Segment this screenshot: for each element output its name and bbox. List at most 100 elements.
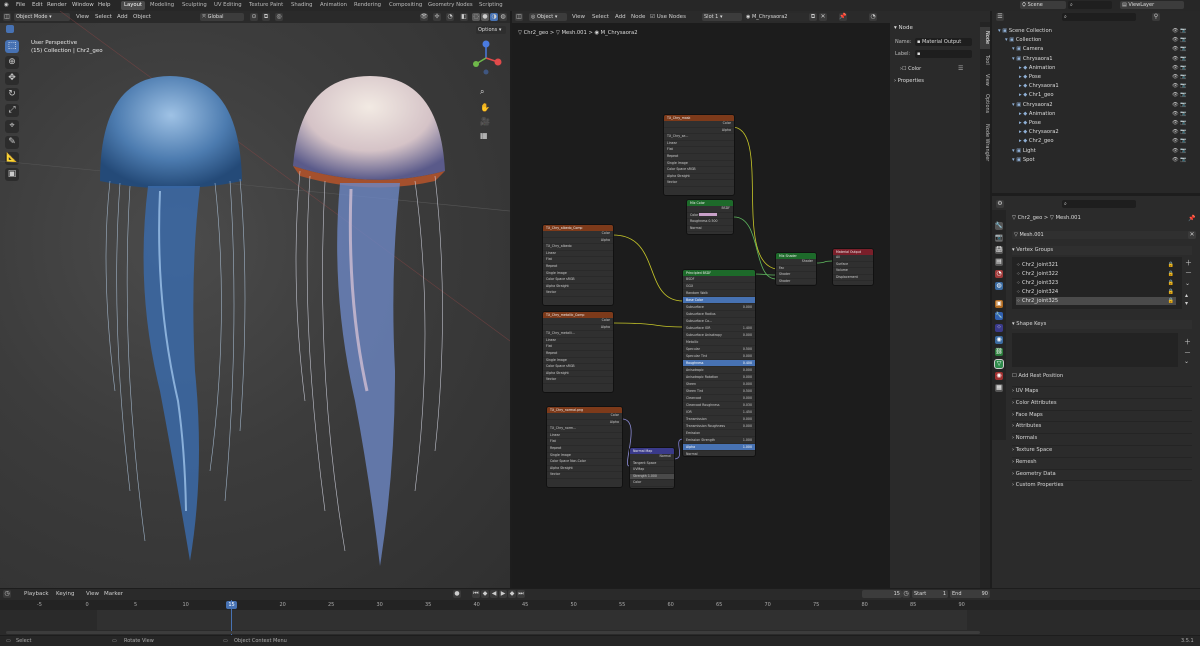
tab-uv-editing[interactable]: UV Editing	[211, 1, 245, 10]
texture-props-icon[interactable]: ▦	[995, 384, 1003, 392]
node-normal-map[interactable]: Normal Map Normal Tangent Space UVMap St…	[629, 447, 675, 489]
node-row[interactable]: Alpha Straight	[543, 284, 613, 291]
outliner-item[interactable]: ▾ ▣ Spot	[1012, 156, 1035, 164]
modifier-props-icon[interactable]: 🔧	[995, 312, 1003, 320]
timeline[interactable]: ◷ Playback Keying View Marker ● ⏮ ◆ ◀ ▶ …	[0, 589, 1200, 635]
world-props-icon[interactable]: ◍	[995, 282, 1003, 290]
outliner-item[interactable]: ▾ ▣ Camera	[1012, 45, 1043, 53]
properties-type-icon[interactable]: ⚙	[996, 200, 1004, 208]
material-props-icon[interactable]: ◉	[995, 372, 1003, 380]
outliner-item[interactable]: ▾ ▣ Scene Collection	[998, 27, 1052, 35]
tab-compositing[interactable]: Compositing	[386, 1, 425, 10]
node-mix-color[interactable]: Mix Color BSDF Color Roughness 0.500 Nor…	[686, 199, 734, 235]
3d-viewport[interactable]: ◫ Object Mode ▾ View Select Add Object ⤧…	[0, 11, 510, 588]
view-layer-props-icon[interactable]: ▤	[995, 258, 1003, 266]
bsdf-input-row[interactable]: Subsurface 0.000	[683, 304, 755, 311]
socket-surface[interactable]: Surface	[833, 262, 873, 269]
vertex-group-item[interactable]: ⁘ Chr2_joint321 🔒	[1016, 261, 1176, 269]
node-row[interactable]: Color Space Non-Color	[547, 459, 622, 466]
bsdf-input-row[interactable]: Roughness 0.400	[683, 360, 755, 367]
outliner-item[interactable]: ▸ ◆ Pose	[1019, 119, 1041, 127]
prop-pin-icon[interactable]: 📌	[1188, 215, 1195, 222]
lock-icon[interactable]: 🔒	[1168, 297, 1174, 305]
node-row[interactable]: Linear	[543, 338, 613, 345]
node-row[interactable]: Linear	[543, 251, 613, 258]
visibility-toggle-icon[interactable]: 👁 📷	[1172, 55, 1187, 63]
list-icon[interactable]: ☰	[958, 65, 963, 72]
visibility-toggle-icon[interactable]: 👁 📷	[1172, 147, 1187, 155]
render-props-icon[interactable]: 📷	[995, 234, 1003, 242]
bsdf-input-row[interactable]: Subsurface IOR 1.400	[683, 325, 755, 332]
socket-vector[interactable]: Vector	[547, 472, 622, 479]
tl-menu-marker[interactable]: Marker	[104, 591, 123, 597]
socket-fac[interactable]: Fac	[776, 266, 816, 273]
visibility-toggle-icon[interactable]: 👁 📷	[1172, 27, 1187, 35]
current-frame-field[interactable]: 15	[862, 590, 902, 598]
timeline-ruler[interactable]	[0, 600, 1200, 610]
tl-menu-keying[interactable]: Keying	[56, 591, 74, 597]
properties-search[interactable]: ⌕	[1062, 200, 1136, 208]
add-rest-position-checkbox[interactable]: ☐ Add Rest Position	[1012, 372, 1063, 381]
socket-volume[interactable]: Volume	[833, 268, 873, 275]
prev-key-icon[interactable]: ◆	[481, 590, 489, 598]
node-row[interactable]: Alpha Straight	[664, 174, 734, 181]
menu-file[interactable]: File	[16, 2, 25, 8]
shape-keys-panel-header[interactable]: ▾ Shape Keys	[1012, 320, 1192, 329]
node-tex-normal[interactable]: TX_Chry_normal.png Color Alpha TX_Chry_n…	[546, 406, 623, 488]
vg-menu-icon[interactable]: ⌄	[1185, 280, 1190, 287]
node-row[interactable]: Single Image	[543, 358, 613, 365]
vertex-group-item[interactable]: ⁘ Chr2_joint325 🔒	[1016, 297, 1176, 305]
node-row[interactable]: Single Image	[543, 271, 613, 278]
node-tex-metallic[interactable]: TX_Chry_metallic_Comp Color Alpha TX_Chr…	[542, 311, 614, 393]
bsdf-input-row[interactable]: Emission	[683, 430, 755, 437]
socket-color[interactable]: Color	[543, 318, 613, 325]
bsdf-input-row[interactable]: Emission Strength 1.000	[683, 437, 755, 444]
outliner-type-icon[interactable]: ☰	[996, 13, 1004, 21]
vg-remove-icon[interactable]: －	[1185, 268, 1192, 278]
tab-scripting[interactable]: Scripting	[476, 1, 506, 10]
node-row[interactable]: Color Space sRGB	[543, 364, 613, 371]
bsdf-input-row[interactable]: Clearcoat 0.000	[683, 395, 755, 402]
jellyfish-pink-model[interactable]	[285, 71, 455, 571]
vg-move-down-icon[interactable]: ▾	[1185, 300, 1188, 307]
lock-icon[interactable]: 🔒	[1168, 270, 1174, 278]
socket-color[interactable]: Color	[664, 121, 734, 128]
properties-section-header[interactable]: › UV Maps	[1012, 386, 1192, 396]
bsdf-input-row[interactable]: Sheen 0.000	[683, 381, 755, 388]
uvmap-field[interactable]: UVMap	[630, 467, 674, 474]
mesh-datablock-field[interactable]: ▽ Mesh.001	[1012, 231, 1191, 239]
visibility-toggle-icon[interactable]: 👁 📷	[1172, 119, 1187, 127]
visibility-toggle-icon[interactable]: 👁 📷	[1172, 36, 1187, 44]
lock-icon[interactable]: 🔒	[1168, 261, 1174, 269]
particle-props-icon[interactable]: ⁘	[995, 324, 1003, 332]
node-row[interactable]: Flat	[547, 439, 622, 446]
view-layer-selector[interactable]: ▤ ViewLayer	[1120, 1, 1184, 9]
socket-color[interactable]: Color	[547, 413, 622, 420]
outliner-item[interactable]: ▸ ◆ Pose	[1019, 73, 1041, 81]
lock-icon[interactable]: 🔒	[1168, 279, 1174, 287]
sk-menu-icon[interactable]: ⌄	[1184, 358, 1189, 365]
bsdf-input-row[interactable]: Sheen Tint 0.500	[683, 388, 755, 395]
tab-tool[interactable]: Tool	[980, 52, 990, 68]
timeline-scrollbar[interactable]	[6, 631, 980, 634]
visibility-toggle-icon[interactable]: 👁 📷	[1172, 128, 1187, 136]
visibility-toggle-icon[interactable]: 👁 📷	[1172, 101, 1187, 109]
node-tex-albedo[interactable]: TX_Chry_albedo_Comp Color Alpha TX_Chry_…	[542, 224, 614, 306]
constraint-props-icon[interactable]: ⛓	[995, 348, 1003, 356]
tab-sculpting[interactable]: Sculpting	[179, 1, 210, 10]
socket-alpha[interactable]: Alpha	[543, 238, 613, 245]
lock-icon[interactable]: 🔒	[1168, 288, 1174, 296]
tl-menu-view[interactable]: View	[86, 591, 99, 597]
bsdf-input-row[interactable]: Specular 0.500	[683, 346, 755, 353]
socket-shader-out[interactable]: Shader	[776, 259, 816, 266]
socket-alpha[interactable]: Alpha	[543, 325, 613, 332]
node-row[interactable]: Color Space sRGB	[543, 277, 613, 284]
socket-normal[interactable]: Normal	[687, 226, 733, 233]
start-frame-field[interactable]: Start 1	[912, 590, 948, 598]
target-selector[interactable]: All	[833, 255, 873, 262]
outliner-search[interactable]: ⌕	[1062, 13, 1136, 21]
space-selector[interactable]: Tangent Space	[630, 461, 674, 468]
node-row[interactable]: Alpha Straight	[543, 371, 613, 378]
node-row[interactable]: Repeat	[664, 154, 734, 161]
sk-add-icon[interactable]: ＋	[1184, 337, 1191, 347]
